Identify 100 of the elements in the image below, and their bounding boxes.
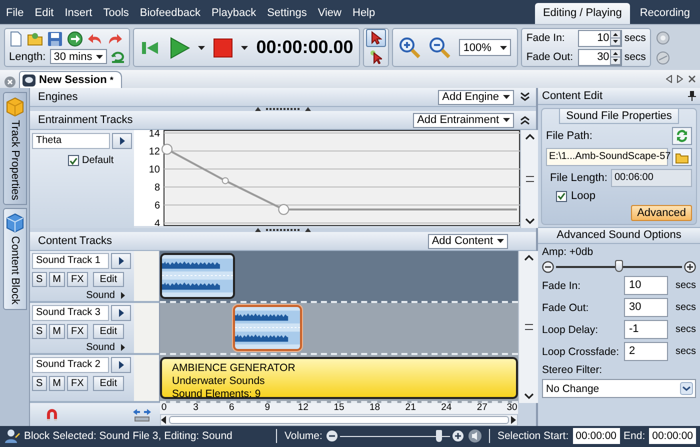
track-name-field[interactable]: Theta (32, 133, 110, 149)
side-tab[interactable]: Track Properties (3, 92, 27, 206)
next-tab-icon[interactable] (677, 75, 683, 83)
spin-icon[interactable] (610, 49, 622, 65)
browse-button[interactable] (672, 148, 692, 166)
selection-start-field[interactable]: 00:00:00 (572, 428, 620, 444)
track-button[interactable]: Edit (92, 324, 124, 339)
track-button[interactable]: Edit (92, 272, 124, 287)
vertical-scrollbar[interactable] (518, 251, 538, 403)
generator-clip[interactable]: AMBIENCE GENERATOR Underwater Sounds Sound Elements: 9 (160, 357, 518, 399)
track-button[interactable]: M (48, 324, 66, 339)
menu-item[interactable]: Tools (97, 2, 134, 24)
track-name-field[interactable]: Sound Track 2 (32, 357, 109, 373)
fade-spinner[interactable]: 10 (578, 30, 622, 46)
length-dropdown[interactable]: 30 mins (50, 49, 108, 64)
volume-up-icon[interactable] (452, 430, 464, 442)
menu-item[interactable]: Help (346, 2, 380, 24)
file-path-field[interactable]: E:\1...Amb-SoundScape-57 (546, 148, 668, 166)
track-button[interactable]: M (48, 272, 66, 287)
spin-icon[interactable] (610, 30, 622, 46)
volume-thumb[interactable] (436, 430, 442, 442)
track-button[interactable]: FX (67, 376, 88, 391)
zoom-in-icon[interactable] (399, 36, 422, 58)
magnet-icon[interactable] (44, 406, 60, 422)
track-button[interactable]: FX (67, 272, 88, 287)
checkbox[interactable] (556, 190, 567, 202)
splitter-grip-icon[interactable] (255, 106, 311, 111)
tool-button[interactable] (366, 29, 386, 46)
horizontal-scrollbar[interactable] (160, 414, 518, 426)
chart-point[interactable] (162, 144, 172, 155)
volume-down-icon[interactable] (326, 430, 338, 442)
save-icon[interactable] (47, 31, 63, 47)
vertical-scrollbar[interactable] (520, 130, 538, 228)
forward-icon[interactable] (67, 31, 83, 47)
close-icon[interactable] (4, 76, 16, 88)
track-menu-button[interactable] (111, 357, 131, 373)
plus-icon[interactable] (684, 261, 696, 273)
fade-spinner[interactable]: 30 (578, 48, 622, 66)
open-folder-icon[interactable] (27, 31, 43, 47)
minus-icon[interactable] (542, 261, 554, 273)
track-button[interactable]: S (32, 272, 47, 287)
close-icon[interactable] (688, 75, 696, 83)
number-field[interactable]: 10 (624, 276, 668, 295)
track-name-field[interactable]: Sound Track 3 (32, 305, 109, 321)
new-document-icon[interactable] (9, 31, 23, 47)
track-menu-button[interactable] (111, 253, 131, 269)
scroll-up-icon[interactable] (522, 254, 534, 262)
scroll-up-icon[interactable] (524, 133, 536, 141)
advanced-button[interactable]: Advanced (631, 205, 692, 221)
stereo-filter-dropdown[interactable]: No Change (542, 379, 696, 398)
track-menu-button[interactable] (112, 133, 132, 149)
pin-icon[interactable] (688, 91, 696, 101)
menu-item[interactable]: Settings (261, 2, 312, 24)
track-name-field[interactable]: Sound Track 1 (32, 253, 109, 269)
user-icon (4, 428, 20, 444)
number-field[interactable]: 30 (624, 298, 668, 317)
mode-tab[interactable]: Editing / Playing (534, 3, 630, 24)
zoom-out-icon[interactable] (429, 36, 452, 58)
scroll-down-icon[interactable] (524, 217, 536, 225)
submenu-arrow-icon[interactable] (121, 292, 125, 299)
refresh-button[interactable] (672, 127, 692, 145)
sound-clip[interactable] (232, 305, 302, 351)
speaker-icon[interactable] (468, 429, 482, 443)
reset-icon[interactable] (111, 50, 126, 62)
previous-tab-icon[interactable] (666, 75, 672, 83)
expand-icon[interactable] (520, 92, 530, 102)
side-tab[interactable]: Content Block (3, 208, 27, 310)
menu-item[interactable]: File (0, 2, 29, 24)
ruler-label: 6 (228, 403, 234, 413)
fit-arrows-icon[interactable] (132, 408, 152, 422)
track-button[interactable]: FX (67, 324, 88, 339)
track-button[interactable]: M (48, 376, 66, 391)
stop-icon[interactable] (213, 38, 234, 58)
track-menu-button[interactable] (111, 305, 131, 321)
selection-end-field[interactable]: 00:00:00 (649, 428, 696, 444)
checkbox[interactable] (68, 155, 79, 166)
number-field[interactable]: 2 (624, 342, 668, 361)
track-button[interactable]: Edit (92, 376, 124, 391)
add-engine-dropdown[interactable]: Add Engine (438, 90, 514, 104)
menu-item[interactable]: View (312, 2, 346, 24)
track-button[interactable]: S (32, 376, 47, 391)
scroll-right-icon[interactable] (511, 416, 517, 424)
slider-thumb[interactable] (615, 260, 623, 272)
track-button[interactable]: S (32, 324, 47, 339)
sound-clip[interactable] (160, 253, 236, 299)
menu-item[interactable]: Playback (205, 2, 262, 24)
menu-item[interactable]: Edit (28, 2, 59, 24)
mode-tab[interactable]: Recording (632, 3, 698, 24)
submenu-arrow-icon[interactable] (121, 344, 125, 351)
number-field[interactable]: -1 (624, 320, 668, 339)
add-entrainment-dropdown[interactable]: Add Entrainment (413, 112, 514, 128)
zoom-dropdown[interactable]: 100% (459, 39, 512, 56)
scroll-down-icon[interactable] (522, 392, 534, 400)
menu-item[interactable]: Insert (58, 2, 98, 24)
splitter-grip-icon[interactable] (255, 227, 311, 232)
menu-item[interactable]: Biofeedback (134, 2, 206, 24)
add-content-dropdown[interactable]: Add Content (428, 234, 508, 248)
collapse-icon[interactable] (520, 115, 530, 125)
chart-point[interactable] (222, 177, 229, 184)
play-icon[interactable] (168, 36, 190, 60)
